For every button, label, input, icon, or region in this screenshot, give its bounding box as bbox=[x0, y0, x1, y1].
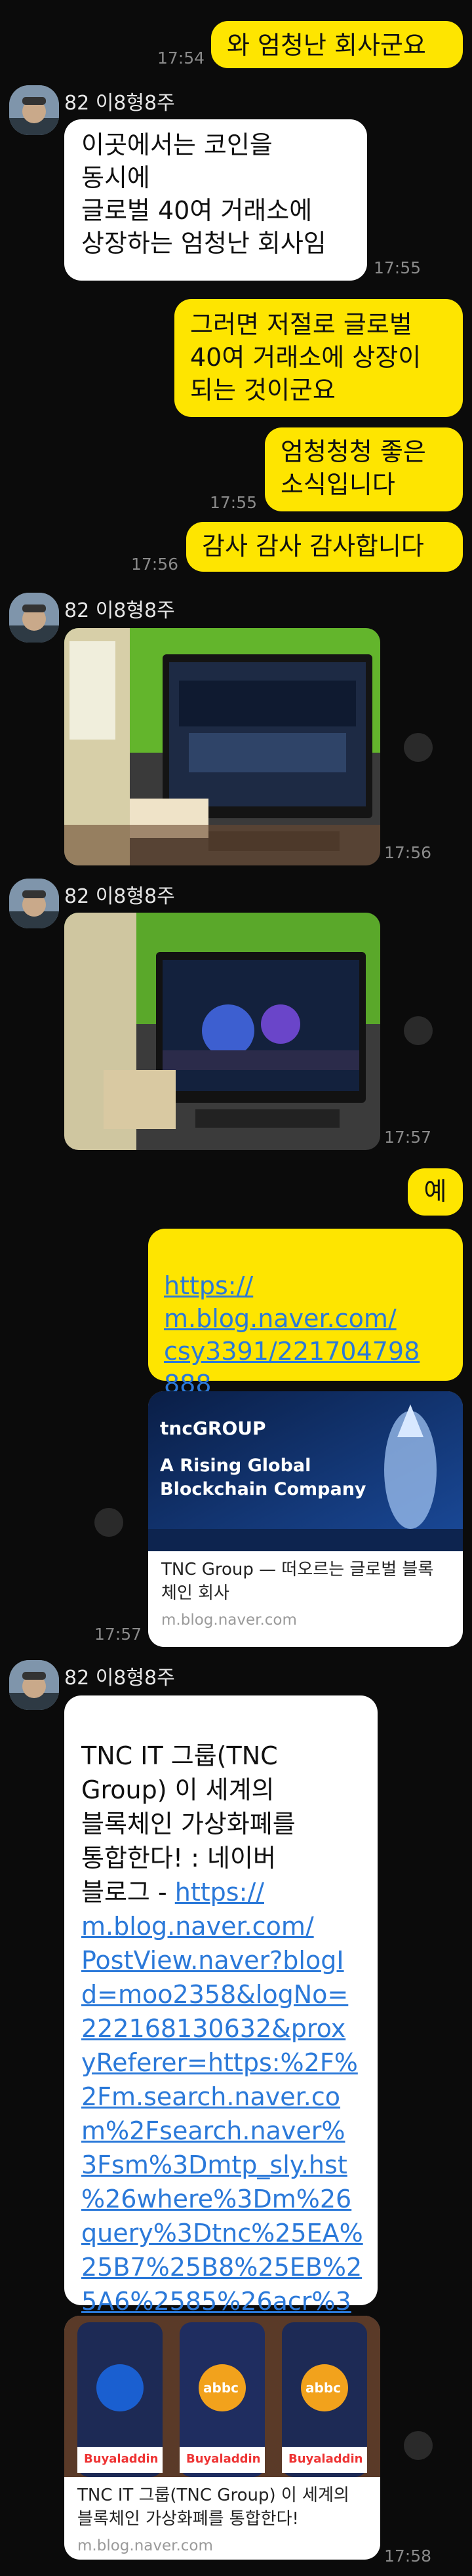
preview-image: abbc abbc Buyaladdin Buyaladdin Buyaladd… bbox=[64, 2316, 380, 2477]
timestamp: 17:55 bbox=[210, 493, 258, 512]
share-icon[interactable] bbox=[404, 2431, 433, 2460]
brand-label: Buyaladdin bbox=[84, 2452, 159, 2466]
sender-name: 82 이8형8주 bbox=[64, 1667, 175, 1690]
timestamp: 17:56 bbox=[384, 843, 432, 862]
their-message-bubble[interactable]: 이곳에서는 코인을 동시에 글로벌 40여 거래소에 상장하는 엄청난 회사임 bbox=[64, 119, 367, 281]
timestamp: 17:55 bbox=[374, 258, 422, 277]
brand-label: Buyaladdin bbox=[186, 2452, 261, 2466]
my-message-bubble[interactable]: 예 bbox=[408, 1168, 463, 1216]
shared-photo-office[interactable] bbox=[64, 628, 380, 865]
timestamp: 17:57 bbox=[384, 1128, 432, 1147]
sender-name: 82 이8형8주 bbox=[64, 885, 175, 908]
coin-label: abbc bbox=[203, 2380, 239, 2396]
card-title: TNC Group — 떠오르는 글로벌 블록 체인 회사 bbox=[161, 1560, 434, 1603]
timestamp: 17:57 bbox=[94, 1625, 142, 1644]
coin-label: abbc bbox=[305, 2380, 341, 2396]
sender-name: 82 이8형8주 bbox=[64, 92, 175, 115]
my-link-bubble[interactable]: https:// m.blog.naver.com/ csy3391/22170… bbox=[148, 1229, 463, 1398]
preview-image: tncGROUP A Rising Global Blockchain Comp… bbox=[148, 1391, 463, 1551]
my-message-bubble[interactable]: 감사 감사 감사합니다 bbox=[186, 522, 463, 572]
share-icon[interactable] bbox=[94, 1508, 123, 1537]
card-headline: A Rising Global Blockchain Company bbox=[160, 1456, 366, 1499]
timestamp: 17:54 bbox=[157, 49, 205, 68]
sender-name: 82 이8형8주 bbox=[64, 599, 175, 622]
their-link-bubble[interactable]: TNC IT 그룹(TNC Group) 이 세계의 블록체인 가상화폐를 통합… bbox=[64, 1695, 378, 2316]
card-domain: m.blog.naver.com bbox=[161, 1612, 297, 1629]
share-icon[interactable] bbox=[404, 733, 433, 762]
share-icon[interactable] bbox=[404, 1016, 433, 1045]
shared-photo-office[interactable] bbox=[64, 913, 380, 1150]
timestamp: 17:58 bbox=[384, 2546, 432, 2566]
my-message-bubble[interactable]: 와 엄청난 회사군요 bbox=[211, 21, 463, 68]
link-preview-card[interactable]: tncGROUP A Rising Global Blockchain Comp… bbox=[148, 1391, 463, 1647]
my-message-bubble[interactable]: 그러면 저절로 글로벌 40여 거래소에 상장이 되는 것이군요 bbox=[174, 299, 463, 417]
avatar[interactable] bbox=[9, 85, 59, 135]
my-message-bubble[interactable]: 엄청청청 좋은 소식입니다 bbox=[265, 427, 463, 511]
card-title: TNC IT 그룹(TNC Group) 이 세계의 블록체인 가상화폐를 통합… bbox=[77, 2486, 349, 2529]
blog-link[interactable]: https:// m.blog.naver.com/ csy3391/22170… bbox=[164, 1271, 420, 1398]
card-domain: m.blog.naver.com bbox=[77, 2537, 213, 2554]
avatar[interactable] bbox=[9, 879, 59, 928]
brand-label: Buyaladdin bbox=[288, 2452, 363, 2466]
avatar[interactable] bbox=[9, 1660, 59, 1710]
blog-link[interactable]: https:// m.blog.naver.com/ PostView.nave… bbox=[81, 1878, 363, 2316]
avatar[interactable] bbox=[9, 593, 59, 643]
card-brand: tncGROUP bbox=[160, 1417, 266, 1439]
link-preview-card[interactable]: abbc abbc Buyaladdin Buyaladdin Buyaladd… bbox=[64, 2316, 380, 2560]
timestamp: 17:56 bbox=[131, 555, 179, 574]
